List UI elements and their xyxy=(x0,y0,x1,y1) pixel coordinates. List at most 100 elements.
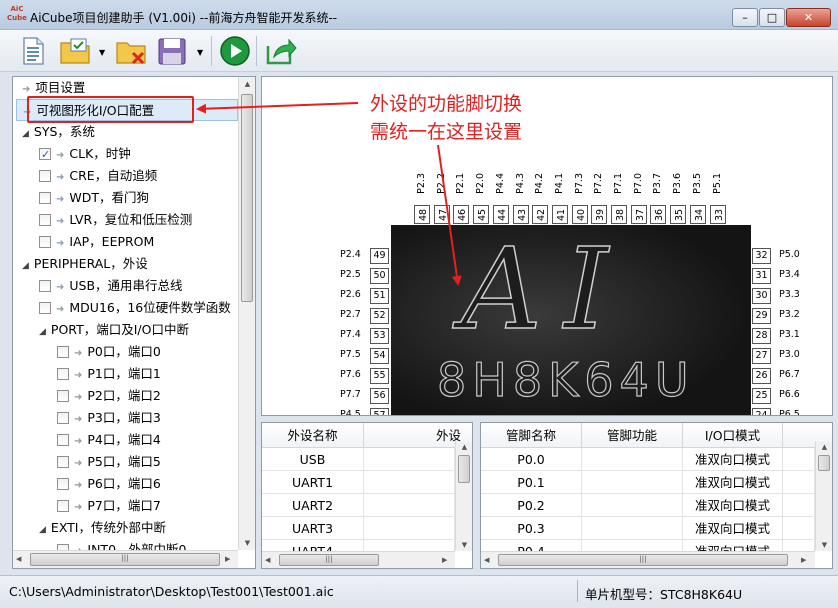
new-document-button[interactable] xyxy=(16,34,50,68)
pin-function-cell[interactable] xyxy=(582,471,683,494)
tree-checkbox[interactable] xyxy=(39,144,51,166)
column-header-pin-name[interactable]: 管脚名称 xyxy=(481,423,582,448)
peripheral-value-cell[interactable] xyxy=(364,448,455,471)
scroll-up-icon[interactable]: ▲ xyxy=(239,80,256,88)
peripheral-value-cell[interactable] xyxy=(364,494,455,517)
peripheral-scroll-down-icon[interactable]: ▼ xyxy=(456,541,472,549)
tree-item[interactable]: ➜ P0口，端口0 xyxy=(13,341,161,363)
scroll-right-icon[interactable]: ▶ xyxy=(225,555,230,563)
tree-checkbox[interactable] xyxy=(39,236,51,248)
pin-box[interactable]: 55 xyxy=(370,368,389,384)
tree-checkbox[interactable] xyxy=(39,170,51,182)
peripheral-name-cell[interactable]: UART3 xyxy=(262,517,364,540)
tree-checkbox[interactable] xyxy=(57,478,69,490)
tree-checkbox[interactable] xyxy=(39,280,51,292)
peripheral-name-cell[interactable]: UART1 xyxy=(262,471,364,494)
tree-checkbox[interactable] xyxy=(57,456,69,468)
pin-name-cell[interactable]: P0.2 xyxy=(481,494,582,517)
tree-item[interactable]: ➜ LVR，复位和低压检测 xyxy=(13,209,192,231)
export-button[interactable] xyxy=(263,34,297,68)
open-project-button[interactable] xyxy=(58,34,98,68)
tree-item[interactable]: ➜ WDT，看门狗 xyxy=(13,187,149,209)
peripheral-scroll-right-icon[interactable]: ▶ xyxy=(442,556,447,564)
tree-item[interactable]: ◢ EXTI，传统外部中断 xyxy=(13,517,166,539)
pin-box[interactable]: 42 xyxy=(532,205,549,224)
pin-name-cell[interactable]: P0.1 xyxy=(481,471,582,494)
expand-triangle-icon[interactable]: ◢ xyxy=(39,525,46,535)
column-header-pin-function[interactable]: 管脚功能 xyxy=(582,423,683,448)
tree-item[interactable]: ➜ P6口，端口6 xyxy=(13,473,161,495)
expand-triangle-icon[interactable]: ◢ xyxy=(39,327,46,337)
tree-item[interactable]: ➜ P7口，端口7 xyxy=(13,495,161,517)
peripheral-name-cell[interactable]: UART2 xyxy=(262,494,364,517)
pin-scroll-thumb[interactable] xyxy=(818,455,830,471)
pin-horizontal-scrollbar[interactable]: ◀ ||| ▶ xyxy=(481,551,815,568)
tree-checkbox[interactable] xyxy=(57,500,69,512)
pin-name-cell[interactable]: P0.0 xyxy=(481,448,582,471)
column-header-io-mode[interactable]: I/O口模式 xyxy=(683,423,783,448)
pin-vertical-scrollbar[interactable]: ▲ ▼ xyxy=(815,441,832,551)
pin-box[interactable]: 32 xyxy=(752,248,771,264)
peripheral-hscroll-thumb[interactable]: ||| xyxy=(279,554,379,566)
pin-box[interactable]: 47 xyxy=(433,205,450,224)
tree-item[interactable]: ➜ MDU16，16位硬件数学函数 xyxy=(13,297,231,319)
pin-box[interactable]: 25 xyxy=(752,388,771,404)
pin-box[interactable]: 39 xyxy=(591,205,608,224)
tree-checkbox[interactable] xyxy=(57,346,69,358)
pin-box[interactable]: 45 xyxy=(473,205,490,224)
pin-scroll-left-icon[interactable]: ◀ xyxy=(484,556,489,564)
io-mode-cell[interactable]: 准双向口模式 xyxy=(683,448,783,471)
tree-checkbox[interactable] xyxy=(57,412,69,424)
peripheral-horizontal-scrollbar[interactable]: ◀ ||| ▶ xyxy=(262,551,455,568)
peripheral-name-cell[interactable]: USB xyxy=(262,448,364,471)
close-button[interactable]: ✕ xyxy=(786,8,831,27)
peripheral-scroll-left-icon[interactable]: ◀ xyxy=(265,556,270,564)
tree-item[interactable]: ◢ PORT，端口及I/O口中断 xyxy=(13,319,189,341)
pin-box[interactable]: 46 xyxy=(453,205,470,224)
pin-function-cell[interactable] xyxy=(582,494,683,517)
pin-box[interactable]: 37 xyxy=(630,205,647,224)
pin-box[interactable]: 44 xyxy=(492,205,509,224)
pin-box[interactable]: 34 xyxy=(689,205,706,224)
save-dropdown-icon[interactable]: ▼ xyxy=(197,48,203,57)
pin-scroll-down-icon[interactable]: ▼ xyxy=(816,541,832,549)
io-mode-cell[interactable]: 准双向口模式 xyxy=(683,471,783,494)
run-button[interactable] xyxy=(218,34,252,68)
tree-item[interactable]: ➜ P3口，端口3 xyxy=(13,407,161,429)
minimize-button[interactable]: – xyxy=(732,8,758,27)
peripheral-scroll-thumb[interactable] xyxy=(458,455,470,483)
peripheral-scroll-up-icon[interactable]: ▲ xyxy=(456,443,472,451)
scroll-down-icon[interactable]: ▼ xyxy=(239,539,256,547)
scroll-left-icon[interactable]: ◀ xyxy=(16,555,21,563)
pin-box[interactable]: 52 xyxy=(370,308,389,324)
column-header-peripheral-name[interactable]: 外设名称 xyxy=(262,423,364,448)
tree-horizontal-scrollbar[interactable]: ◀ ||| ▶ xyxy=(13,550,238,568)
pin-scroll-up-icon[interactable]: ▲ xyxy=(816,443,832,451)
pin-box[interactable]: 27 xyxy=(752,348,771,364)
pin-box[interactable]: 28 xyxy=(752,328,771,344)
tree-item[interactable]: ◢ PERIPHERAL，外设 xyxy=(13,253,148,275)
pin-box[interactable]: 35 xyxy=(670,205,687,224)
pin-box[interactable]: 24 xyxy=(752,408,771,415)
pin-box[interactable]: 29 xyxy=(752,308,771,324)
pin-box[interactable]: 38 xyxy=(611,205,627,224)
pin-function-cell[interactable] xyxy=(582,448,683,471)
io-mode-cell[interactable]: 准双向口模式 xyxy=(683,494,783,517)
pin-hscroll-thumb[interactable]: ||| xyxy=(498,554,788,566)
pin-box[interactable]: 53 xyxy=(370,328,389,344)
pin-name-cell[interactable]: P0.3 xyxy=(481,517,582,540)
pin-box[interactable]: 36 xyxy=(650,205,667,224)
peripheral-value-cell[interactable] xyxy=(364,471,455,494)
tree-hscroll-thumb[interactable]: ||| xyxy=(30,553,220,566)
peripheral-value-cell[interactable] xyxy=(364,517,455,540)
tree-checkbox[interactable] xyxy=(39,192,51,204)
tree-item[interactable]: ◢ SYS，系统 xyxy=(13,121,95,143)
expand-triangle-icon[interactable]: ◢ xyxy=(22,261,29,271)
save-button[interactable] xyxy=(155,34,195,68)
tree-checkbox[interactable] xyxy=(39,214,51,226)
pin-box[interactable]: 54 xyxy=(370,348,389,364)
pin-function-cell[interactable] xyxy=(582,517,683,540)
pin-box[interactable]: 51 xyxy=(370,288,389,304)
tree-item[interactable]: ➜ CLK，时钟 xyxy=(13,143,131,166)
pin-box[interactable]: 49 xyxy=(370,248,389,264)
